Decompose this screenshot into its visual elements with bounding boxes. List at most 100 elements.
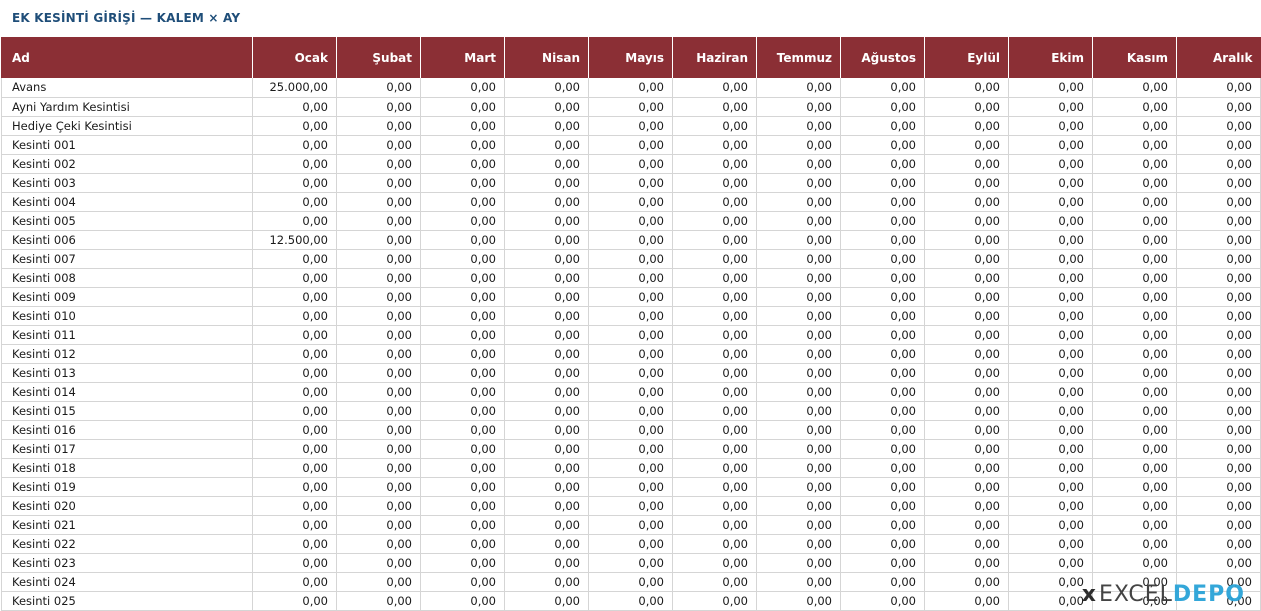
amount-cell[interactable]: 0,00	[1008, 192, 1093, 212]
amount-cell[interactable]: 0,00	[252, 515, 337, 535]
amount-cell[interactable]: 0,00	[588, 496, 673, 516]
amount-cell[interactable]: 0,00	[1008, 439, 1093, 459]
amount-cell[interactable]: 0,00	[420, 363, 505, 383]
amount-cell[interactable]: 0,00	[336, 401, 421, 421]
amount-cell[interactable]: 0,00	[672, 439, 757, 459]
amount-cell[interactable]: 0,00	[252, 97, 337, 117]
amount-cell[interactable]: 0,00	[504, 515, 589, 535]
amount-cell[interactable]: 0,00	[504, 192, 589, 212]
row-name-cell[interactable]: Kesinti 015	[1, 401, 253, 421]
amount-cell[interactable]: 0,00	[1176, 306, 1261, 326]
amount-cell[interactable]: 0,00	[672, 458, 757, 478]
amount-cell[interactable]: 0,00	[672, 553, 757, 573]
amount-cell[interactable]: 0,00	[1092, 534, 1177, 554]
column-header-month[interactable]: Mart	[420, 37, 505, 78]
amount-cell[interactable]: 0,00	[1176, 553, 1261, 573]
amount-cell[interactable]: 0,00	[1176, 382, 1261, 402]
amount-cell[interactable]: 0,00	[756, 135, 841, 155]
amount-cell[interactable]: 0,00	[756, 249, 841, 269]
amount-cell[interactable]: 0,00	[1008, 97, 1093, 117]
amount-cell[interactable]: 0,00	[672, 173, 757, 193]
amount-cell[interactable]: 0,00	[924, 154, 1009, 174]
amount-cell[interactable]: 0,00	[1092, 553, 1177, 573]
amount-cell[interactable]: 0,00	[672, 591, 757, 611]
amount-cell[interactable]: 0,00	[1092, 116, 1177, 136]
amount-cell[interactable]: 0,00	[840, 211, 925, 231]
amount-cell[interactable]: 0,00	[1092, 344, 1177, 364]
amount-cell[interactable]: 0,00	[420, 496, 505, 516]
amount-cell[interactable]: 0,00	[588, 173, 673, 193]
amount-cell[interactable]: 0,00	[1092, 401, 1177, 421]
amount-cell[interactable]: 0,00	[1008, 211, 1093, 231]
amount-cell[interactable]: 0,00	[1008, 572, 1093, 592]
amount-cell[interactable]: 0,00	[756, 363, 841, 383]
amount-cell[interactable]: 0,00	[840, 344, 925, 364]
column-header-month[interactable]: Ocak	[252, 37, 337, 78]
amount-cell[interactable]: 0,00	[840, 230, 925, 250]
amount-cell[interactable]: 0,00	[252, 325, 337, 345]
amount-cell[interactable]: 0,00	[588, 306, 673, 326]
amount-cell[interactable]: 0,00	[420, 439, 505, 459]
amount-cell[interactable]: 0,00	[420, 458, 505, 478]
amount-cell[interactable]: 0,00	[1092, 458, 1177, 478]
amount-cell[interactable]: 0,00	[924, 458, 1009, 478]
amount-cell[interactable]: 0,00	[1008, 515, 1093, 535]
amount-cell[interactable]: 0,00	[252, 382, 337, 402]
amount-cell[interactable]: 0,00	[924, 553, 1009, 573]
amount-cell[interactable]: 0,00	[588, 192, 673, 212]
amount-cell[interactable]: 0,00	[420, 572, 505, 592]
amount-cell[interactable]: 0,00	[504, 496, 589, 516]
amount-cell[interactable]: 0,00	[1092, 325, 1177, 345]
amount-cell[interactable]: 0,00	[420, 211, 505, 231]
amount-cell[interactable]: 0,00	[840, 116, 925, 136]
amount-cell[interactable]: 0,00	[252, 249, 337, 269]
amount-cell[interactable]: 0,00	[756, 382, 841, 402]
amount-cell[interactable]: 0,00	[504, 477, 589, 497]
row-name-cell[interactable]: Kesinti 014	[1, 382, 253, 402]
amount-cell[interactable]: 0,00	[1008, 363, 1093, 383]
amount-cell[interactable]: 0,00	[588, 591, 673, 611]
amount-cell[interactable]: 0,00	[672, 135, 757, 155]
amount-cell[interactable]: 0,00	[1092, 420, 1177, 440]
amount-cell[interactable]: 0,00	[840, 553, 925, 573]
amount-cell[interactable]: 0,00	[672, 363, 757, 383]
amount-cell[interactable]: 0,00	[588, 268, 673, 288]
row-name-cell[interactable]: Kesinti 006	[1, 230, 253, 250]
amount-cell[interactable]: 0,00	[756, 420, 841, 440]
amount-cell[interactable]: 0,00	[420, 477, 505, 497]
amount-cell[interactable]: 0,00	[924, 420, 1009, 440]
amount-cell[interactable]: 0,00	[924, 249, 1009, 269]
amount-cell[interactable]: 0,00	[756, 287, 841, 307]
amount-cell[interactable]: 0,00	[924, 382, 1009, 402]
amount-cell[interactable]: 0,00	[1092, 97, 1177, 117]
amount-cell[interactable]: 0,00	[504, 268, 589, 288]
amount-cell[interactable]: 0,00	[252, 439, 337, 459]
amount-cell[interactable]: 0,00	[756, 534, 841, 554]
amount-cell[interactable]: 0,00	[420, 382, 505, 402]
amount-cell[interactable]: 0,00	[924, 268, 1009, 288]
amount-cell[interactable]: 25.000,00	[252, 78, 337, 98]
amount-cell[interactable]: 0,00	[1008, 344, 1093, 364]
amount-cell[interactable]: 0,00	[252, 173, 337, 193]
amount-cell[interactable]: 0,00	[252, 477, 337, 497]
amount-cell[interactable]: 0,00	[252, 363, 337, 383]
amount-cell[interactable]: 0,00	[1008, 173, 1093, 193]
amount-cell[interactable]: 0,00	[1008, 116, 1093, 136]
amount-cell[interactable]: 0,00	[1176, 268, 1261, 288]
amount-cell[interactable]: 0,00	[840, 477, 925, 497]
amount-cell[interactable]: 0,00	[1176, 439, 1261, 459]
amount-cell[interactable]: 0,00	[924, 496, 1009, 516]
amount-cell[interactable]: 0,00	[840, 173, 925, 193]
amount-cell[interactable]: 0,00	[420, 515, 505, 535]
amount-cell[interactable]: 0,00	[924, 572, 1009, 592]
amount-cell[interactable]: 0,00	[588, 572, 673, 592]
amount-cell[interactable]: 0,00	[504, 306, 589, 326]
amount-cell[interactable]: 0,00	[588, 78, 673, 98]
amount-cell[interactable]: 0,00	[756, 268, 841, 288]
amount-cell[interactable]: 0,00	[1008, 496, 1093, 516]
row-name-cell[interactable]: Kesinti 023	[1, 553, 253, 573]
amount-cell[interactable]: 0,00	[1176, 477, 1261, 497]
row-name-cell[interactable]: Kesinti 019	[1, 477, 253, 497]
row-name-cell[interactable]: Kesinti 011	[1, 325, 253, 345]
column-header-month[interactable]: Nisan	[504, 37, 589, 78]
